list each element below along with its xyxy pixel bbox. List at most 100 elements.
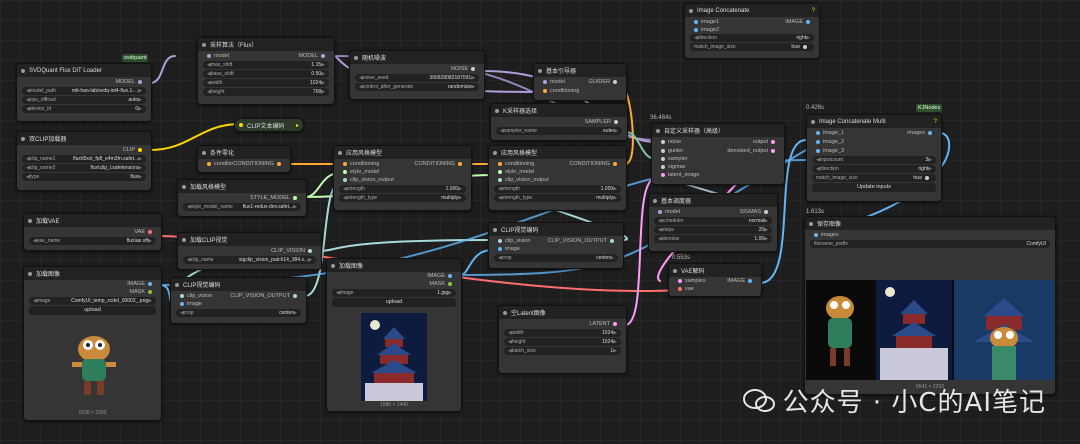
widget-height[interactable]: ◀ height 1024 ▶ <box>504 338 621 346</box>
input-pin[interactable] <box>661 173 665 177</box>
collapse-dot-icon[interactable] <box>202 150 206 155</box>
widget-filename-prefix[interactable]: filename_prefix ComfyUI <box>810 240 1050 248</box>
widget-clip-name2[interactable]: ◀ clip_name2 flux\clip_l.safetensors ▶ <box>22 164 146 172</box>
input-pin[interactable] <box>543 79 547 84</box>
collapse-dot-icon[interactable] <box>495 108 499 113</box>
collapse-dot-icon[interactable] <box>653 198 657 203</box>
collapse-dot-icon[interactable] <box>239 123 243 127</box>
widget-crop[interactable]: ◀ crop center ▶ <box>494 254 618 262</box>
update-inputs-button[interactable]: Update inputs <box>812 183 936 192</box>
style-model-loader-node[interactable]: 加载风格模型 STYLE_MODEL ◀ style_model_name flux… <box>177 179 307 217</box>
collapse-dot-icon[interactable] <box>182 237 186 242</box>
output-pin[interactable] <box>148 282 152 286</box>
clip-vision-encode-node-1[interactable]: CLIP视觉编码 clip_vision CLIP_VISION_OUTPUT i… <box>170 277 307 324</box>
ksampler-select-node[interactable]: K采样器选择 SAMPLER ◀ sampler_name euler ▶ <box>490 103 628 141</box>
empty-latent-image-node[interactable]: 空Latent图像 LATENT ◀ width 1024 ▶ ◀ height 1024… <box>498 305 627 374</box>
widget-max-shift[interactable]: ◀ max_shift 1.15 ▶ <box>203 61 329 69</box>
widget-inputcount[interactable]: ◀ inputcount 3 ▶ <box>812 156 936 164</box>
output-pin[interactable] <box>148 290 152 294</box>
output-pin[interactable] <box>138 147 142 152</box>
input-pin[interactable] <box>498 238 502 243</box>
collapse-dot-icon[interactable] <box>331 263 335 268</box>
widget-strength[interactable]: ◀ strength 1.000 ▶ <box>494 185 621 193</box>
input-pin[interactable] <box>343 161 347 166</box>
model-sampling-flux-node[interactable]: 采样算法（Flux） model MODEL ◀ max_shift 1.15 ▶ ◀ b… <box>197 37 335 105</box>
input-pin[interactable] <box>543 88 547 93</box>
widget-noise-seed[interactable]: ◀ noise_seed 366828083187091 ▶ <box>355 74 479 82</box>
widget-clip-name1[interactable]: ◀ clip_name1 flux\t5xxl_fp8_e4m3fn.safet..… <box>22 155 146 163</box>
collapse-dot-icon[interactable] <box>21 136 25 141</box>
clip-vision-loader-node[interactable]: 加载CLIP视觉 CLIP_VISION ◀ clip_name sigclip_v… <box>177 232 322 270</box>
widget-control-after-generate[interactable]: ◀ control_after_generate randomize ▶ <box>355 83 479 91</box>
widget-width[interactable]: ◀ width 1024 ▶ <box>504 329 621 337</box>
output-pin[interactable] <box>471 66 475 71</box>
widget-style-model-name[interactable]: ◀ style_model_name flux1-redux-dev.safet..… <box>183 203 301 211</box>
collapse-dot-icon[interactable] <box>673 268 677 273</box>
collapse-dot-icon[interactable] <box>809 221 813 226</box>
output-pin[interactable] <box>308 248 312 253</box>
widget-direction[interactable]: ◀ direction right ▶ <box>812 165 936 173</box>
output-pin[interactable] <box>764 209 768 214</box>
widget-width[interactable]: ◀ width 1024 ▶ <box>203 79 329 87</box>
input-pin[interactable] <box>661 157 665 161</box>
input-pin[interactable] <box>180 293 184 298</box>
output-pin[interactable] <box>771 139 775 144</box>
widget-direction[interactable]: ◀ direction right ▶ <box>690 34 814 42</box>
output-pin[interactable] <box>806 19 810 24</box>
save-image-node[interactable]: 保存图像 images filename_prefix ComfyUI 5541 … <box>804 216 1056 395</box>
widget-cpu-offload[interactable]: ◀ cpu_offload auto ▶ <box>22 96 146 104</box>
input-pin[interactable] <box>814 232 818 237</box>
input-pin[interactable] <box>207 161 211 166</box>
output-pin[interactable] <box>458 161 462 166</box>
widget-batch-size[interactable]: ◀ batch_size 1 ▶ <box>504 347 621 355</box>
collapse-dot-icon[interactable] <box>175 282 179 287</box>
apply-style-model-node-2[interactable]: 应用风格模型 conditioning CONDITIONING style_mo… <box>488 145 627 211</box>
upload-button[interactable]: upload <box>332 298 456 307</box>
output-pin[interactable] <box>321 53 325 58</box>
collapse-dot-icon[interactable] <box>354 55 358 60</box>
widget-crop[interactable]: ◀ crop center ▶ <box>176 309 301 317</box>
widget-scheduler[interactable]: ◀ scheduler normal ▶ <box>654 217 772 225</box>
output-pin[interactable] <box>448 274 452 278</box>
input-pin[interactable] <box>498 247 502 251</box>
widget-match-image-size[interactable]: match_image_size true <box>812 174 936 182</box>
apply-style-model-node-1[interactable]: 应用风格模型 conditioning CONDITIONING style_mo… <box>333 145 472 211</box>
dual-clip-loader-node[interactable]: 双CLIP加载器 CLIP ◀ clip_name1 flux\t5xxl_fp8_… <box>16 131 152 191</box>
widget-image[interactable]: ◀ image 1.jpg ▶ <box>332 289 456 297</box>
widget-height[interactable]: ◀ height 768 ▶ <box>203 88 329 96</box>
basic-guider-node[interactable]: 基本引导器 model GUIDER conditioning <box>533 63 627 101</box>
sampler-custom-advanced-node[interactable]: 自定义采样器（高级） noise output guider denoised_ou… <box>651 123 785 185</box>
widget-strength-type[interactable]: ◀ strength_type multiply ▶ <box>494 194 621 202</box>
output-pin[interactable] <box>613 321 617 326</box>
input-pin[interactable] <box>498 178 502 182</box>
widget-device-id[interactable]: ◀ device_id 0 ▶ <box>22 105 146 113</box>
output-pin[interactable] <box>277 161 281 166</box>
widget-denoise[interactable]: ◀ denoise 1.00 ▶ <box>654 235 772 243</box>
vae-decode-node[interactable]: VAE解码 samples IMAGE vae <box>668 263 762 297</box>
load-image-node-2[interactable]: 加载图像 IMAGE MASK ◀ image 1.jpg ▶ upload 1080… <box>326 258 462 412</box>
input-pin[interactable] <box>678 287 682 291</box>
clip-vision-encode-node-2[interactable]: CLIP视觉编码 clip_vision CLIP_VISION_OUTPUT i… <box>488 222 624 269</box>
input-pin[interactable] <box>694 19 698 24</box>
basic-scheduler-node[interactable]: 基本调度器 model SIGMAS ◀ scheduler normal ▶ ◀ ste… <box>648 193 778 252</box>
output-pin[interactable] <box>148 229 152 234</box>
input-pin[interactable] <box>343 178 347 182</box>
collapse-dot-icon[interactable] <box>493 227 497 232</box>
collapse-dot-icon[interactable] <box>202 42 206 47</box>
output-pin[interactable] <box>293 195 297 200</box>
widget-base-shift[interactable]: ◀ base_shift 0.50 ▶ <box>203 70 329 78</box>
collapse-dot-icon[interactable] <box>656 128 660 133</box>
input-pin[interactable] <box>816 148 820 153</box>
help-icon[interactable]: ? <box>812 8 815 14</box>
collapse-dot-icon[interactable] <box>182 184 186 189</box>
output-pin[interactable] <box>613 79 617 84</box>
input-pin[interactable] <box>498 161 502 166</box>
widget-image[interactable]: ◀ image ComfyUI_temp_xcdel_00002_.png ▶ <box>29 297 156 305</box>
widget-strength-type[interactable]: ◀ strength_type multiply ▶ <box>339 194 466 202</box>
toggle-icon[interactable] <box>803 45 807 49</box>
input-pin[interactable] <box>343 170 347 174</box>
widget-model-path[interactable]: ◀ model_path mit-han-lab/svdq-int4-flux.1-… <box>22 87 146 95</box>
image-concatenate-node[interactable]: Image Concatenate? image1 IMAGE image2 ◀ d… <box>684 3 820 59</box>
collapse-dot-icon[interactable] <box>493 150 497 155</box>
input-pin[interactable] <box>661 139 665 144</box>
